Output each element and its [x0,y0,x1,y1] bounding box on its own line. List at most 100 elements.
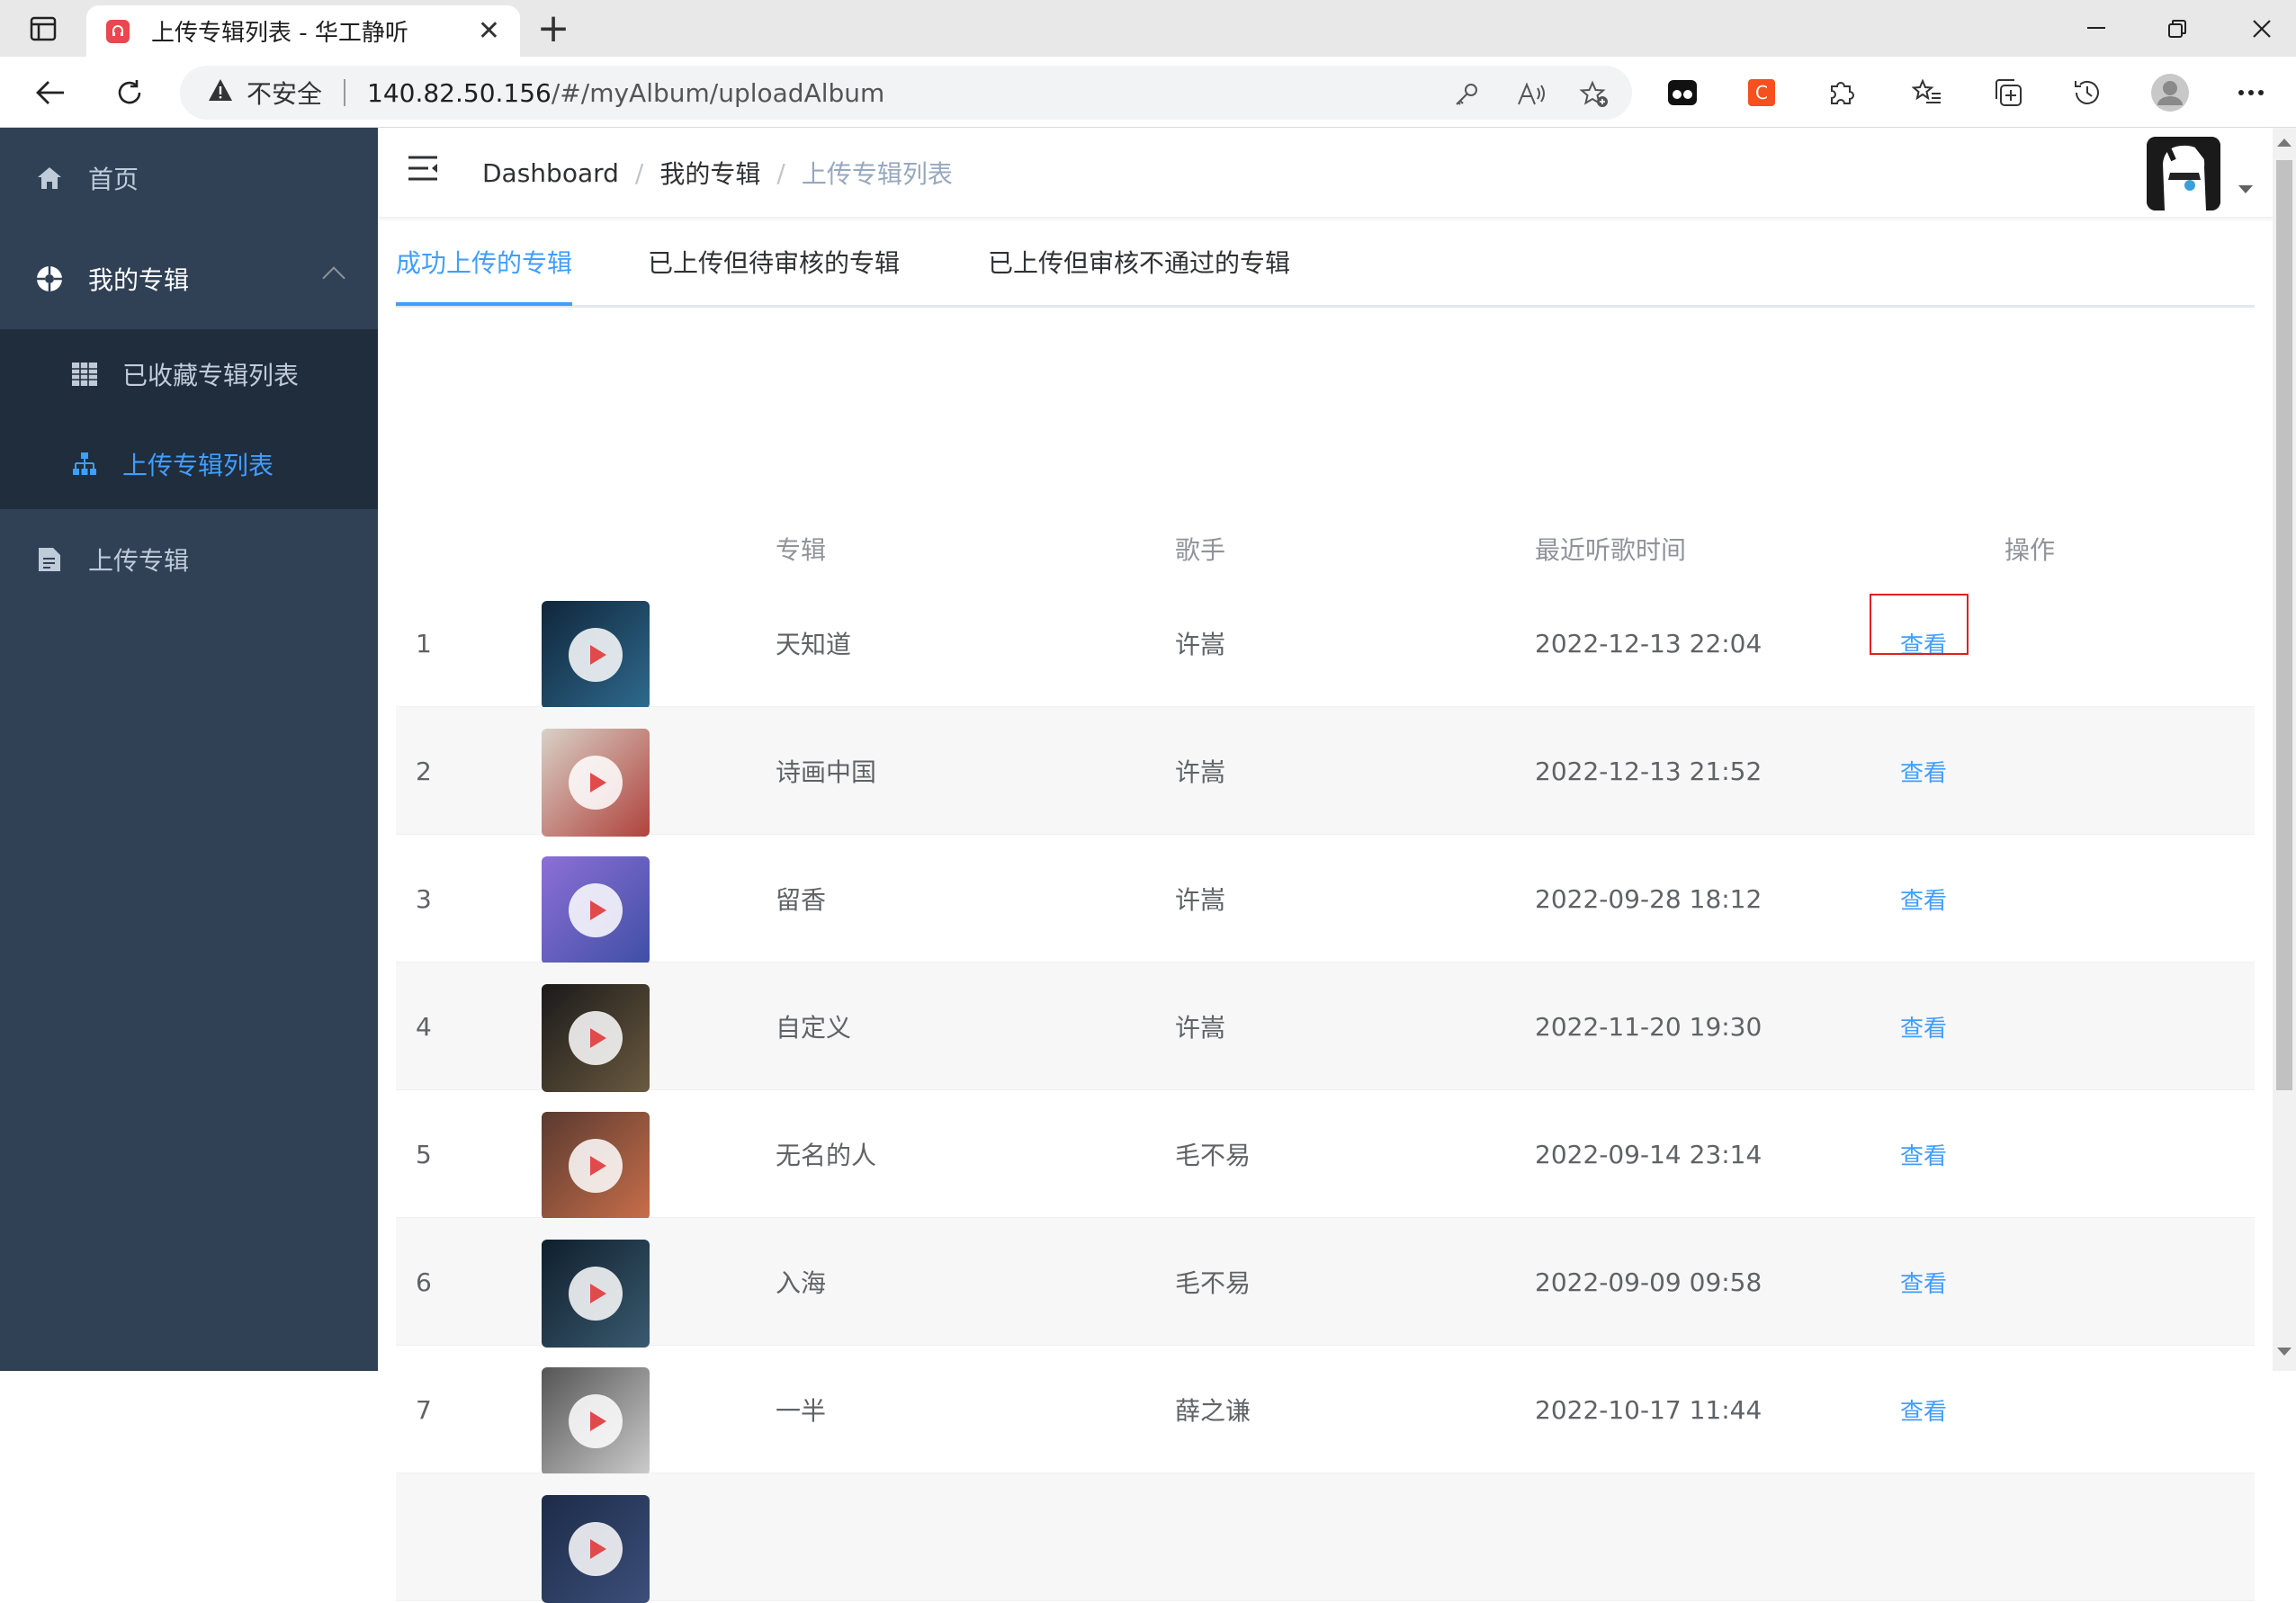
history-icon[interactable] [2064,69,2111,116]
album-cover[interactable] [542,1367,650,1475]
tab-actions-icon[interactable] [16,11,70,47]
tree-icon [70,450,99,479]
breadcrumb: Dashboard / 我的专辑 / 上传专辑列表 [482,153,953,193]
active-tab-indicator [396,302,572,306]
close-tab-icon[interactable]: ✕ [478,17,500,45]
album-name: 无名的人 [776,1141,877,1170]
view-button[interactable]: 查看 [1900,1346,1947,1473]
play-icon[interactable] [569,628,623,682]
svg-text:C: C [1755,82,1768,103]
last-listened-time: 2022-11-20 19:30 [1535,1011,1762,1042]
album-cover[interactable] [542,1240,650,1348]
play-icon[interactable] [569,883,623,937]
browser-tab[interactable]: 上传专辑列表 - 华工静听 ✕ [86,5,520,57]
url-text[interactable]: 140.82.50.156/#/myAlbum/uploadAlbum [367,78,884,108]
play-icon[interactable] [569,1522,623,1576]
album-cover[interactable] [542,1495,650,1603]
profile-avatar-icon[interactable] [2147,69,2193,116]
scroll-down-icon[interactable] [2277,1348,2292,1356]
last-listened-time: 2022-10-17 11:44 [1535,1394,1762,1425]
singer-name: 薛之谦 [1175,1396,1251,1426]
extension-tampermonkey-icon[interactable] [1659,69,1706,116]
last-listened-time: 2022-09-09 09:58 [1535,1267,1762,1297]
breadcrumb-separator: / [634,157,644,188]
album-cover[interactable] [542,984,650,1092]
add-favorite-icon[interactable] [1576,76,1612,112]
read-aloud-icon[interactable] [1513,76,1549,112]
album-cover[interactable] [542,601,650,709]
breadcrumb-dashboard[interactable]: Dashboard [482,158,619,188]
row-index: 6 [416,1267,432,1297]
view-button[interactable]: 查看 [1900,1218,1947,1346]
back-icon[interactable] [27,69,74,116]
browser-toolbar: 不安全 140.82.50.156/#/myAlbum/uploadAlbum … [0,57,2296,128]
chevron-up-icon [322,266,345,290]
last-listened-time: 2022-09-28 18:12 [1535,883,1762,914]
more-menu-icon[interactable] [2228,69,2274,116]
album-name: 诗画中国 [776,757,877,787]
album-name: 天知道 [776,630,852,659]
tab-pending-review[interactable]: 已上传但待审核的专辑 [648,243,900,308]
sidebar-item-my-albums[interactable]: 我的专辑 [0,228,378,329]
key-icon[interactable] [1448,76,1484,112]
play-icon[interactable] [569,756,623,810]
column-header-time: 最近听歌时间 [1535,535,1687,565]
security-label[interactable]: 不安全 [247,75,322,111]
tab-review-rejected[interactable]: 已上传但审核不通过的专辑 [988,243,1290,308]
sidebar-item-label: 我的专辑 [88,265,190,295]
row-index: 3 [416,883,432,914]
play-icon[interactable] [569,1139,623,1193]
address-bar[interactable]: 不安全 140.82.50.156/#/myAlbum/uploadAlbum [180,66,1632,120]
view-button[interactable]: 查看 [1900,963,1947,1090]
collections-icon[interactable] [1985,69,2031,116]
singer-name: 许嵩 [1175,757,1226,787]
album-cover[interactable] [542,856,650,964]
new-tab-icon[interactable]: + [531,7,576,50]
status-tabs: 成功上传的专辑 已上传但待审核的专辑 已上传但审核不通过的专辑 [396,243,2255,308]
navbar: Dashboard / 我的专辑 / 上传专辑列表 [378,128,2273,218]
scrollbar-thumb[interactable] [2276,160,2292,1090]
breadcrumb-my-albums[interactable]: 我的专辑 [659,155,760,191]
sidebar-item-uploaded-albums[interactable]: 上传专辑列表 [0,419,378,509]
tab-uploaded-success[interactable]: 成功上传的专辑 [396,243,572,308]
play-icon[interactable] [569,1011,623,1065]
caret-down-icon[interactable] [2238,185,2253,193]
table-row: 6 入海 毛不易 2022-09-09 09:58 查看 [396,1218,2255,1348]
sidebar-item-label: 已收藏专辑列表 [122,361,300,390]
column-header-singer: 歌手 [1175,535,1226,565]
sidebar-item-label: 上传专辑 [88,546,190,576]
table-row: 1 天知道 许嵩 2022-12-13 22:04 查看 [396,579,2255,709]
scroll-up-icon[interactable] [2277,139,2292,147]
album-icon [34,264,65,294]
play-icon[interactable] [569,1394,623,1448]
table-row: 3 留香 许嵩 2022-09-28 18:12 查看 [396,835,2255,964]
page-scrollbar[interactable] [2273,128,2296,1371]
restore-icon[interactable] [2150,9,2204,49]
sidebar-item-home[interactable]: 首页 [0,128,378,228]
favorites-icon[interactable] [1904,69,1951,116]
view-button[interactable]: 查看 [1900,707,1947,835]
hamburger-toggle-icon[interactable] [407,155,443,191]
grid-icon [70,360,99,389]
warning-icon [207,77,234,109]
view-button[interactable]: 查看 [1900,835,1947,963]
play-icon[interactable] [569,1267,623,1321]
user-avatar[interactable] [2147,137,2220,210]
singer-name: 毛不易 [1175,1141,1251,1170]
sidebar-item-upload-album[interactable]: 上传专辑 [0,509,378,610]
site-favicon-icon [106,19,130,43]
refresh-icon[interactable] [106,69,153,116]
extensions-puzzle-icon[interactable] [1817,69,1864,116]
singer-name: 许嵩 [1175,885,1226,915]
minimize-icon[interactable] [2069,9,2123,49]
sidebar-item-favorited-albums[interactable]: 已收藏专辑列表 [0,329,378,419]
sidebar-item-label: 上传专辑列表 [122,451,274,480]
row-index: 7 [416,1394,432,1425]
view-button[interactable]: 查看 [1900,1090,1947,1218]
extension-c-icon[interactable]: C [1738,69,1785,116]
singer-name: 毛不易 [1175,1268,1251,1298]
album-cover[interactable] [542,729,650,837]
close-window-icon[interactable] [2235,9,2289,49]
album-name: 留香 [776,885,827,915]
album-cover[interactable] [542,1112,650,1220]
